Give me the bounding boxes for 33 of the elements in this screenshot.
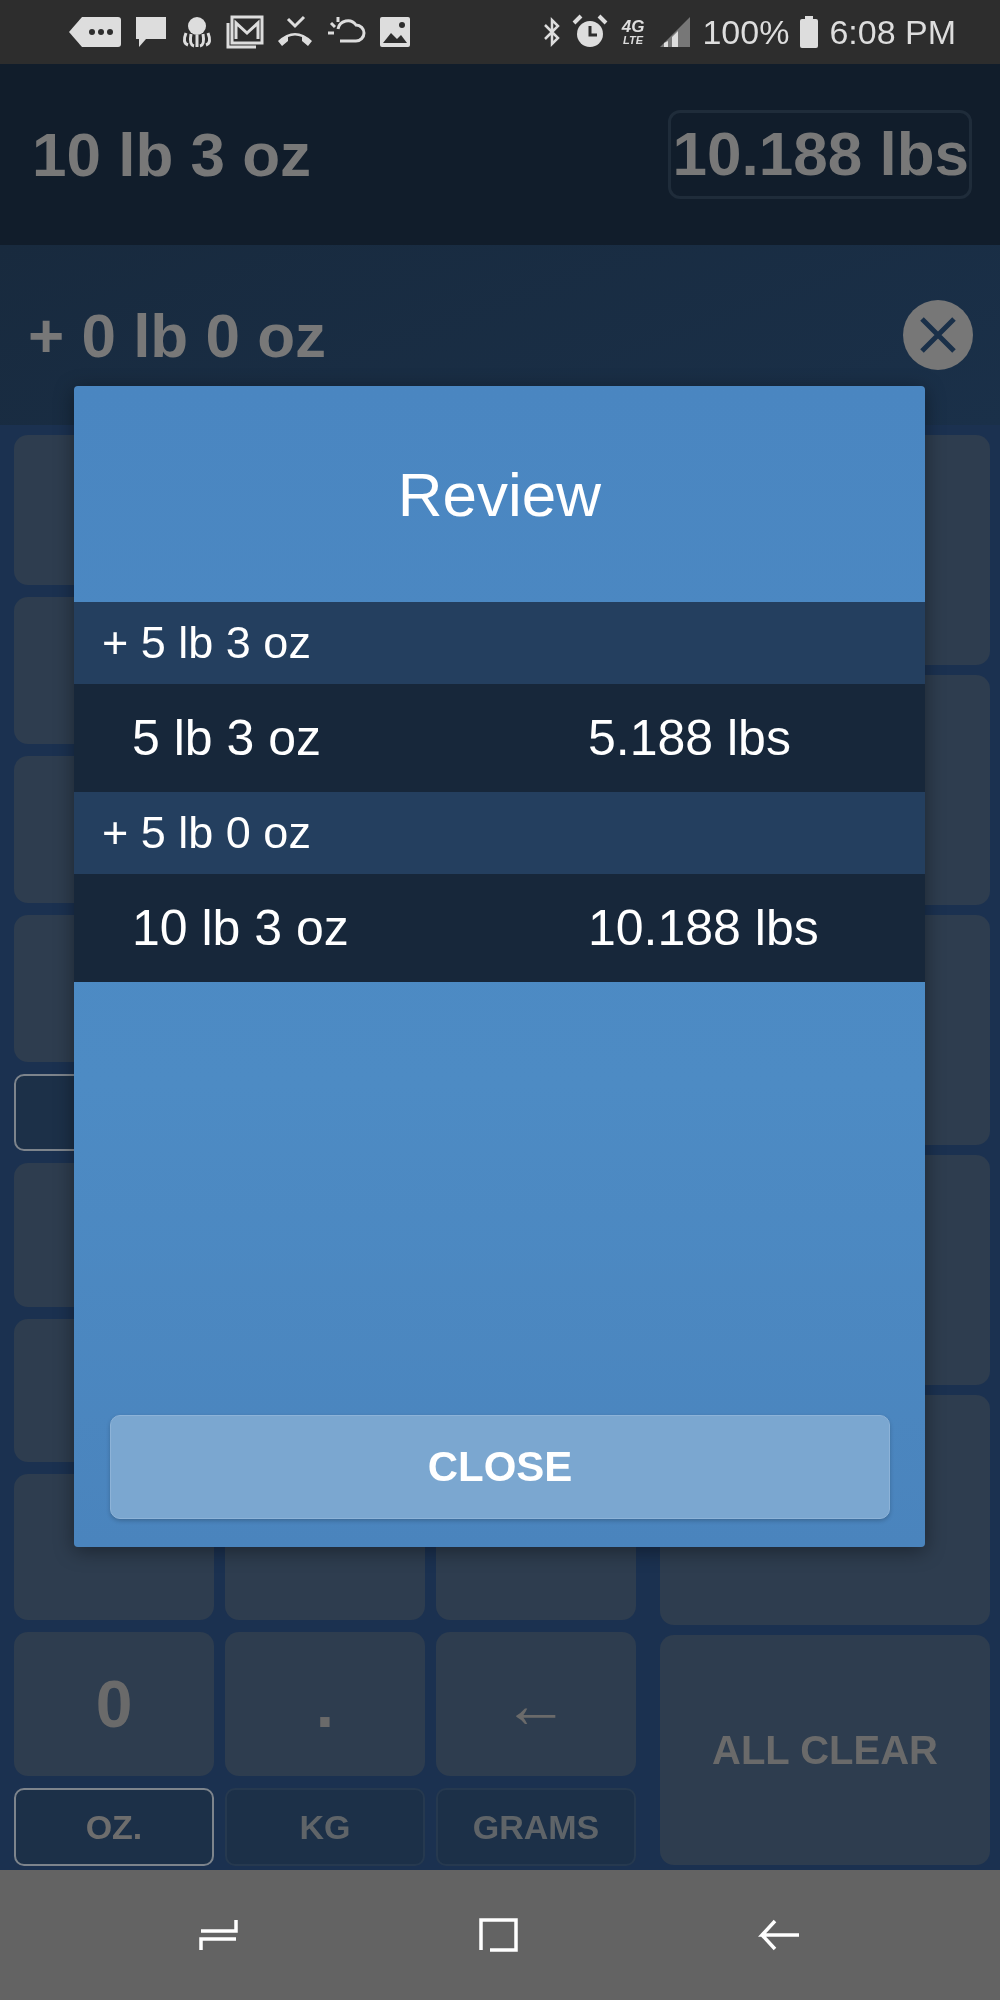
octopus-icon	[180, 15, 214, 49]
unit-toggle[interactable]: KG	[225, 1788, 425, 1866]
image-icon	[378, 15, 412, 49]
all-clear-button[interactable]: ALL CLEAR	[660, 1635, 990, 1865]
result-weight: 5 lb 3 oz	[132, 709, 322, 767]
entry-weight: + 0 lb 0 oz	[28, 299, 327, 371]
close-button[interactable]: CLOSE	[110, 1415, 890, 1519]
network-type-label: 4G	[621, 18, 645, 35]
result-decimal-weight: 5.188 lbs	[588, 709, 791, 767]
total-decimal-weight: 10.188 lbs	[667, 110, 972, 199]
unit-toggle[interactable]: GRAMS	[436, 1788, 636, 1866]
result-weight: 10 lb 3 oz	[132, 899, 350, 957]
network-type-label: LTE	[623, 35, 644, 46]
clock-time: 6:08 PM	[829, 12, 956, 52]
battery-icon	[799, 15, 820, 49]
operation-row: + 5 lb 0 oz	[74, 792, 925, 874]
keypad-key[interactable]: ←	[436, 1632, 636, 1776]
chat-bubble-icon	[134, 15, 168, 49]
result-decimal-weight: 10.188 lbs	[588, 899, 819, 957]
total-weight: 10 lb 3 oz	[32, 119, 312, 190]
keypad-key[interactable]: .	[225, 1632, 425, 1776]
missed-call-icon	[276, 15, 314, 49]
operation-row: + 5 lb 3 oz	[74, 602, 925, 684]
keypad-key[interactable]: 0	[14, 1632, 214, 1776]
unit-toggle[interactable]: OZ.	[14, 1788, 214, 1866]
signal-icon	[658, 15, 693, 49]
mail-icon	[226, 15, 264, 49]
message-tag-icon	[68, 15, 122, 49]
back-icon[interactable]	[758, 1917, 802, 1953]
alarm-clock-icon	[571, 14, 608, 50]
dialog-title: Review	[397, 458, 602, 530]
bluetooth-icon	[541, 15, 562, 49]
battery-percentage: 100%	[702, 12, 790, 52]
